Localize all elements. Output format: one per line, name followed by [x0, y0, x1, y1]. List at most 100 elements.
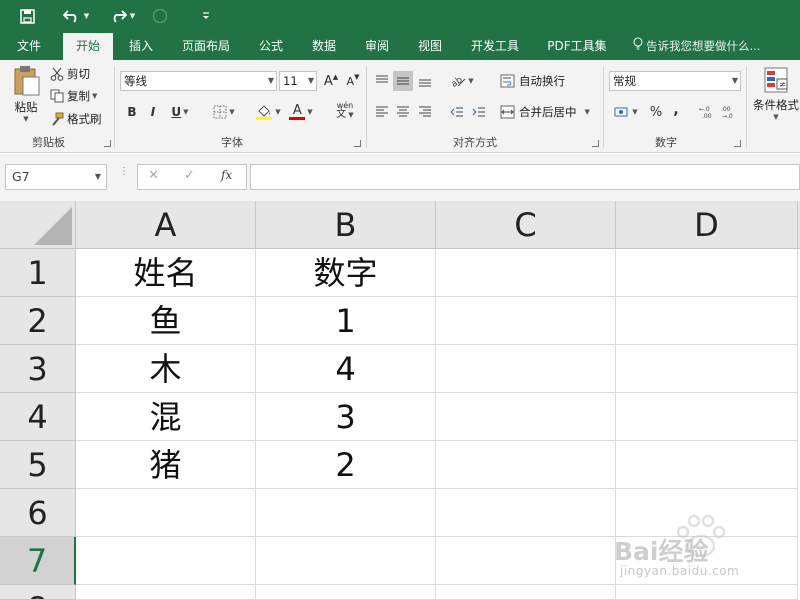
- cell-c1[interactable]: [436, 249, 616, 297]
- align-center-button[interactable]: [393, 102, 413, 122]
- tell-me-box[interactable]: 告诉我您想要做什么...: [633, 33, 760, 60]
- shrink-font-button[interactable]: A ▼: [343, 71, 363, 91]
- row-header-2[interactable]: 2: [0, 297, 76, 345]
- cell-b5[interactable]: 2: [256, 441, 436, 489]
- cell-c5[interactable]: [436, 441, 616, 489]
- column-header-a[interactable]: A: [76, 201, 256, 249]
- conditional-format-button[interactable]: ≠ 条件格式 ▼: [752, 65, 800, 129]
- number-launcher-icon[interactable]: [734, 140, 741, 147]
- cell-c8[interactable]: [436, 585, 616, 600]
- cell-b3[interactable]: 4: [256, 345, 436, 393]
- cell-d7[interactable]: [616, 537, 798, 585]
- accounting-format-button[interactable]: ▼: [611, 102, 641, 122]
- orientation-button[interactable]: ab ▼: [448, 71, 476, 91]
- align-middle-button[interactable]: [393, 71, 413, 91]
- cell-d5[interactable]: [616, 441, 798, 489]
- cell-b7[interactable]: [256, 537, 436, 585]
- alignment-launcher-icon[interactable]: [592, 140, 599, 147]
- cell-c4[interactable]: [436, 393, 616, 441]
- cell-d1[interactable]: [616, 249, 798, 297]
- cell-a5[interactable]: 猪: [76, 441, 256, 489]
- row-header-8[interactable]: 8: [0, 585, 76, 600]
- tab-data[interactable]: 数据: [302, 33, 346, 60]
- paste-button[interactable]: 粘贴 ▼: [8, 65, 44, 129]
- tab-pdf-tools[interactable]: PDF工具集: [540, 33, 614, 60]
- percent-button[interactable]: %: [646, 102, 666, 122]
- redo-icon[interactable]: ▼: [104, 4, 140, 28]
- borders-button[interactable]: ▼: [209, 102, 239, 122]
- align-left-button[interactable]: [372, 102, 392, 122]
- cell-a3[interactable]: 木: [76, 345, 256, 393]
- align-top-button[interactable]: [372, 71, 392, 91]
- clipboard-launcher-icon[interactable]: [104, 140, 111, 147]
- cut-button[interactable]: 剪切: [50, 65, 90, 83]
- cell-d6[interactable]: [616, 489, 798, 537]
- wrap-text-button[interactable]: 自动换行: [500, 72, 565, 90]
- copy-button[interactable]: 复制 ▼: [50, 87, 97, 105]
- cell-a4[interactable]: 混: [76, 393, 256, 441]
- cell-d8[interactable]: [616, 585, 798, 600]
- touch-mode-icon[interactable]: [150, 4, 170, 28]
- insert-function-button[interactable]: fx: [221, 168, 232, 182]
- cell-a2[interactable]: 鱼: [76, 297, 256, 345]
- column-header-d[interactable]: D: [616, 201, 798, 249]
- cell-a1[interactable]: 姓名: [76, 249, 256, 297]
- tab-insert[interactable]: 插入: [118, 33, 164, 60]
- merge-center-button[interactable]: 合并后居中 ▼: [500, 103, 590, 121]
- row-header-6[interactable]: 6: [0, 489, 76, 537]
- format-painter-button[interactable]: 格式刷: [50, 110, 102, 128]
- phonetic-button[interactable]: wén 文 ▼: [330, 100, 360, 120]
- cancel-entry-button[interactable]: ✕: [148, 168, 159, 183]
- cell-d3[interactable]: [616, 345, 798, 393]
- align-bottom-button[interactable]: [415, 71, 435, 91]
- name-box[interactable]: G7 ▼: [5, 164, 107, 190]
- row-header-4[interactable]: 4: [0, 393, 76, 441]
- tab-home[interactable]: 开始: [63, 33, 113, 61]
- cell-b2[interactable]: 1: [256, 297, 436, 345]
- row-header-1[interactable]: 1: [0, 249, 76, 297]
- row-header-7[interactable]: 7: [0, 537, 76, 585]
- grow-font-button[interactable]: A ▲: [321, 71, 341, 91]
- cell-b6[interactable]: [256, 489, 436, 537]
- align-right-button[interactable]: [415, 102, 435, 122]
- cell-d2[interactable]: [616, 297, 798, 345]
- italic-button[interactable]: I: [143, 102, 163, 122]
- row-header-5[interactable]: 5: [0, 441, 76, 489]
- font-launcher-icon[interactable]: [354, 140, 361, 147]
- tab-file[interactable]: 文件: [6, 33, 52, 60]
- customize-quick-access-icon[interactable]: [198, 4, 214, 28]
- cell-d4[interactable]: [616, 393, 798, 441]
- cell-b4[interactable]: 3: [256, 393, 436, 441]
- number-format-select[interactable]: 常规 ▼: [609, 71, 741, 91]
- tab-formulas[interactable]: 公式: [249, 33, 293, 60]
- font-size-select[interactable]: 11 ▼: [279, 71, 317, 91]
- underline-button[interactable]: U ▼: [166, 102, 194, 122]
- tab-developer[interactable]: 开发工具: [462, 33, 528, 60]
- cell-c3[interactable]: [436, 345, 616, 393]
- confirm-entry-button[interactable]: ✓: [184, 168, 195, 183]
- bold-button[interactable]: B: [122, 102, 142, 122]
- tab-page-layout[interactable]: 页面布局: [172, 33, 240, 60]
- increase-indent-button[interactable]: [469, 102, 489, 122]
- cell-a7[interactable]: [76, 537, 256, 585]
- tab-view[interactable]: 视图: [408, 33, 452, 60]
- font-color-button[interactable]: A ▼: [285, 102, 317, 122]
- font-name-select[interactable]: 等线 ▼: [120, 71, 277, 91]
- save-icon[interactable]: [14, 4, 40, 28]
- formula-input[interactable]: [250, 164, 800, 190]
- comma-button[interactable]: ,: [666, 100, 686, 120]
- column-header-c[interactable]: C: [436, 201, 616, 249]
- increase-decimal-button[interactable]: ←.0.00: [697, 102, 717, 122]
- cell-b8[interactable]: [256, 585, 436, 600]
- decrease-indent-button[interactable]: [447, 102, 467, 122]
- cell-c2[interactable]: [436, 297, 616, 345]
- row-header-3[interactable]: 3: [0, 345, 76, 393]
- decrease-decimal-button[interactable]: .00 →.0: [719, 102, 739, 122]
- fill-color-button[interactable]: ▼: [252, 102, 284, 122]
- cell-c7[interactable]: [436, 537, 616, 585]
- undo-icon[interactable]: ▼: [58, 4, 94, 28]
- column-header-b[interactable]: B: [256, 201, 436, 249]
- cell-a8[interactable]: [76, 585, 256, 600]
- cell-a6[interactable]: [76, 489, 256, 537]
- cell-c6[interactable]: [436, 489, 616, 537]
